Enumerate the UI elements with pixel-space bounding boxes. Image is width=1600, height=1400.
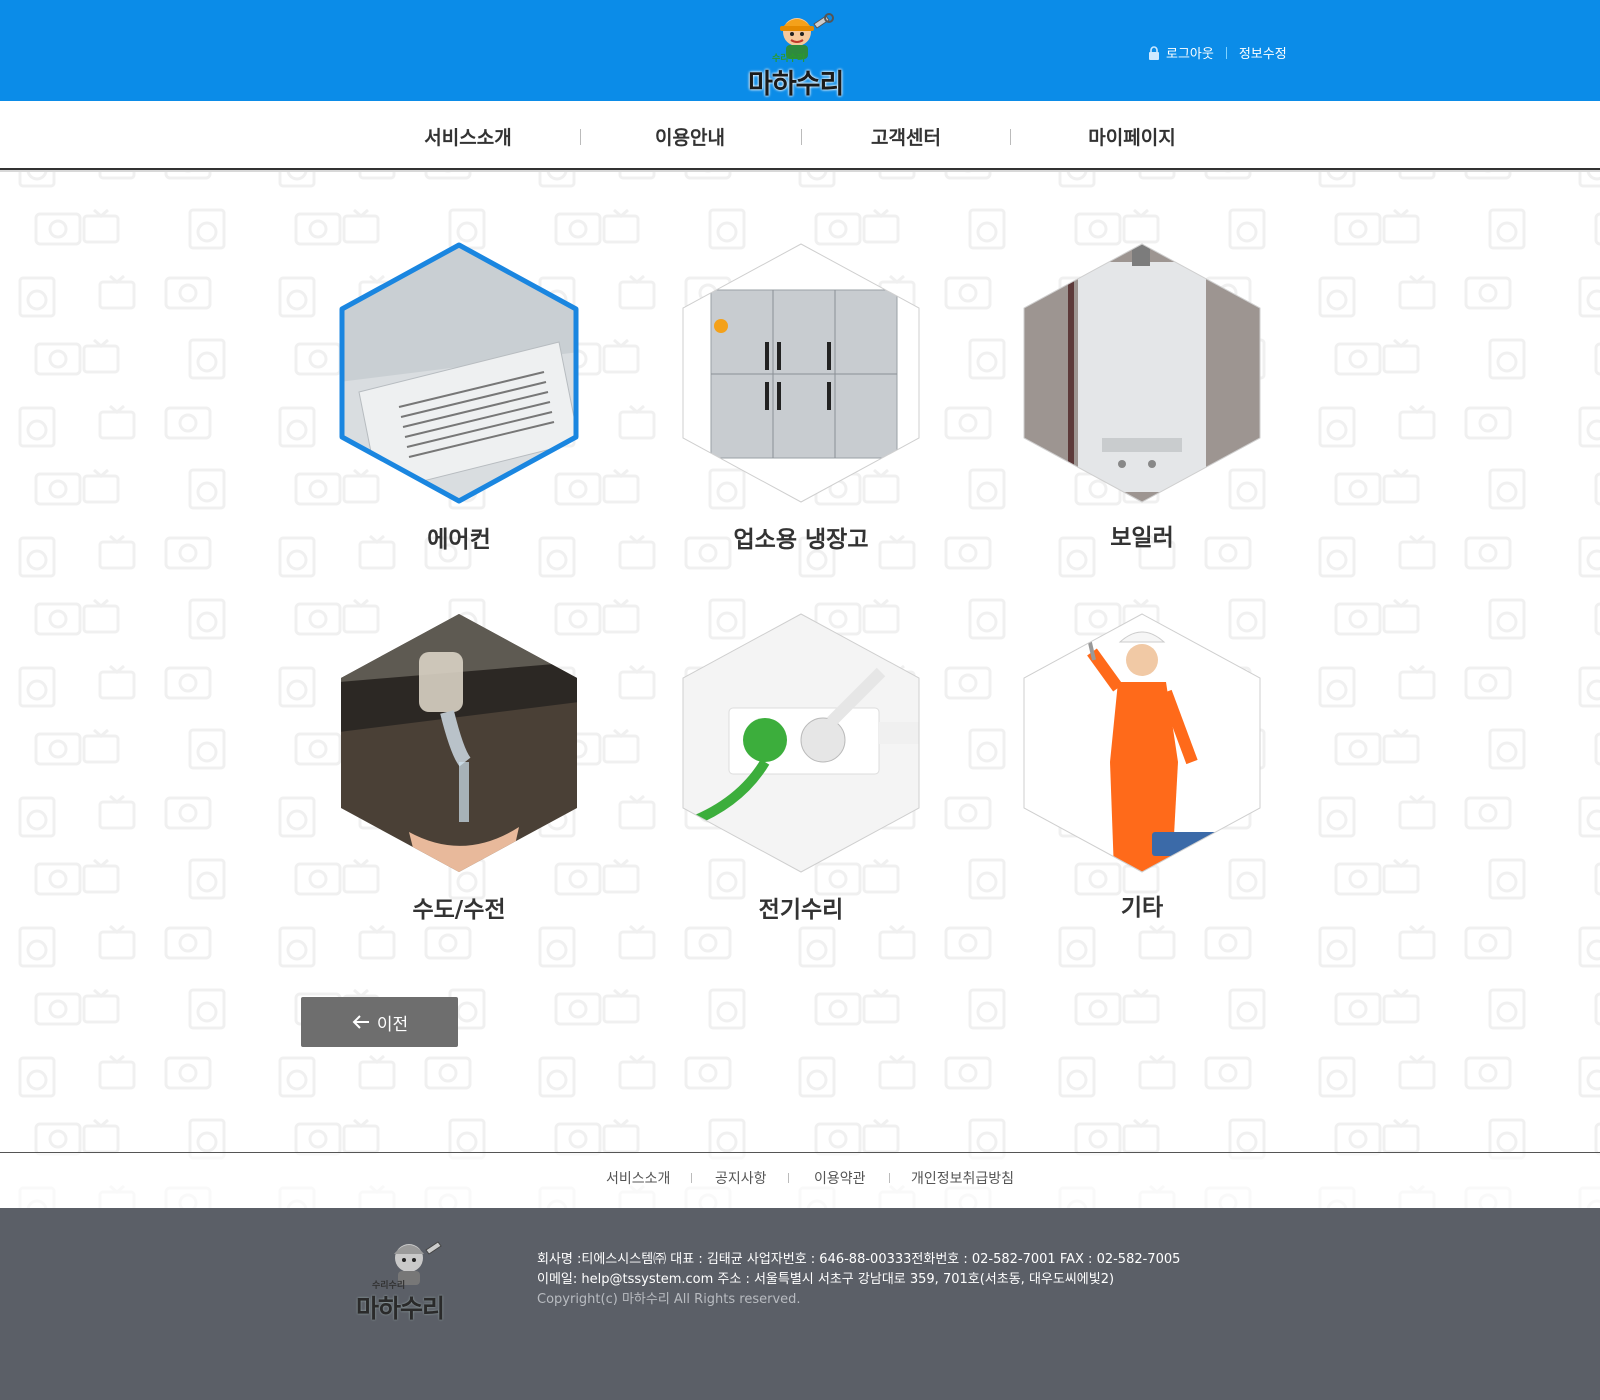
- service-card-faucet[interactable]: 수도/수전: [339, 612, 579, 923]
- content-area: 에어컨 업소용 냉장고 보일러 수도/수전 전기수리 기타: [0, 172, 1600, 1208]
- service-card-aircon[interactable]: 에어컨: [339, 242, 579, 553]
- nav-divider: [1010, 129, 1011, 145]
- service-card-refrigerator[interactable]: 업소용 냉장고: [681, 242, 921, 553]
- logo-text: 마하수리: [748, 69, 844, 100]
- footer-links: 서비스소개 공지사항 이용약관 개인정보취급방침: [0, 1152, 1600, 1208]
- footer-link-terms[interactable]: 이용약관: [814, 1168, 866, 1188]
- faucet-image: [341, 614, 577, 872]
- edit-info-link[interactable]: 정보수정: [1239, 43, 1287, 62]
- refrigerator-image: [682, 243, 920, 503]
- divider: [691, 1173, 692, 1183]
- site-footer: 수리수리 마하수리 회사명 :티에스시스템㈜ 대표 : 김태균 사업자번호 : …: [0, 1208, 1600, 1400]
- service-label-electric: 전기수리: [758, 897, 844, 923]
- lock-icon: [1149, 45, 1159, 60]
- arrow-left-icon: [352, 1015, 369, 1029]
- nav-item-service-intro[interactable]: 서비스소개: [388, 123, 548, 150]
- company-info-line1: 회사명 :티에스시스템㈜ 대표 : 김태균 사업자번호 : 646-88-003…: [537, 1252, 1181, 1267]
- power-strip-image: [682, 613, 920, 873]
- nav-divider: [801, 129, 802, 145]
- prev-button[interactable]: 이전: [301, 997, 458, 1047]
- site-header: 수리수리 마하수리 로그아웃 정보수정: [0, 0, 1600, 101]
- service-label-refrigerator: 업소용 냉장고: [733, 527, 869, 553]
- copyright: Copyright(c) 마하수리 All Rights reserved.: [537, 1292, 801, 1307]
- service-label-boiler: 보일러: [1110, 525, 1174, 551]
- divider: [788, 1173, 789, 1183]
- nav-item-my-page[interactable]: 마이페이지: [1052, 123, 1212, 150]
- nav-item-usage-guide[interactable]: 이용안내: [610, 123, 770, 150]
- worker-image: [1023, 613, 1261, 873]
- footer-logo-text: 마하수리: [356, 1294, 445, 1323]
- service-card-electric[interactable]: 전기수리: [681, 612, 921, 923]
- main-nav: 서비스소개 이용안내 고객센터 마이페이지: [0, 101, 1600, 170]
- site-logo[interactable]: 수리수리 마하수리: [742, 6, 862, 100]
- service-label-etc: 기타: [1120, 895, 1164, 921]
- footer-link-privacy[interactable]: 개인정보취급방침: [911, 1168, 1014, 1188]
- company-info-line2: 이메일: help@tssystem.com 주소 : 서울특별시 서초구 강남…: [537, 1272, 1115, 1287]
- company-info: 회사명 :티에스시스템㈜ 대표 : 김태균 사업자번호 : 646-88-003…: [537, 1250, 1180, 1310]
- aircon-image: [339, 242, 579, 504]
- user-menu: 로그아웃 정보수정: [1148, 43, 1287, 62]
- service-card-etc[interactable]: 기타: [1022, 612, 1262, 921]
- service-label-aircon: 에어컨: [427, 527, 491, 553]
- divider: [1225, 46, 1227, 59]
- service-card-boiler[interactable]: 보일러: [1022, 242, 1262, 551]
- boiler-image: [1023, 243, 1261, 503]
- service-label-faucet: 수도/수전: [412, 897, 506, 923]
- nav-divider: [580, 129, 581, 145]
- prev-button-label: 이전: [376, 1014, 409, 1035]
- footer-link-service-intro[interactable]: 서비스소개: [606, 1168, 670, 1188]
- divider: [889, 1173, 890, 1183]
- logout-link[interactable]: 로그아웃: [1166, 43, 1214, 62]
- footer-link-notice[interactable]: 공지사항: [715, 1168, 767, 1188]
- footer-logo: 수리수리 마하수리: [354, 1232, 474, 1323]
- nav-item-customer-center[interactable]: 고객센터: [826, 123, 986, 150]
